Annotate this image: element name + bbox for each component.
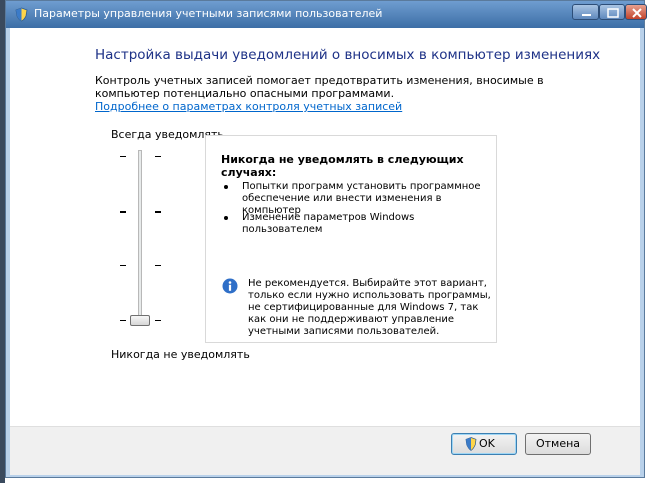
maximize-button[interactable]: [599, 4, 625, 20]
slider-tick: [120, 210, 126, 213]
minimize-icon: [582, 14, 591, 16]
slider-tick: [120, 156, 126, 157]
learn-more-link[interactable]: Подробнее о параметрах контроля учетных …: [95, 100, 402, 113]
window-title: Параметры управления учетными записями п…: [34, 7, 383, 20]
bullet-icon: [224, 185, 228, 189]
info-icon: [222, 278, 238, 294]
setting-info-panel: Никогда не уведомлять в следующих случая…: [205, 135, 497, 343]
description-text: Контроль учетных записей помогает предот…: [95, 74, 544, 100]
list-item: Изменение параметров Windows пользовател…: [224, 212, 492, 236]
close-button[interactable]: [625, 4, 647, 20]
page-heading: Настройка выдачи уведомлений о вносимых …: [95, 47, 601, 63]
bullet-text: Попытки программ установить программное …: [242, 181, 481, 216]
title-bar[interactable]: Параметры управления учетными записями п…: [6, 1, 647, 28]
slider-tick: [155, 265, 161, 267]
slider-tick: [155, 210, 161, 213]
slider-bottom-label: Никогда не уведомлять: [111, 348, 250, 361]
close-icon: [632, 8, 642, 18]
cancel-button[interactable]: Отмена: [525, 433, 591, 455]
slider-tick: [155, 156, 161, 157]
slider-tick: [120, 265, 126, 267]
slider-track[interactable]: [138, 150, 142, 326]
warning-text: Не рекомендуется. Выбирайте этот вариант…: [248, 278, 491, 337]
panel-title: Никогда не уведомлять в следующих случая…: [221, 153, 464, 179]
uac-settings-window: Параметры управления учетными записями п…: [5, 0, 647, 478]
uac-shield-icon: [465, 437, 477, 451]
minimize-button[interactable]: [572, 4, 599, 20]
ok-button[interactable]: OK: [451, 433, 517, 455]
notification-level-slider[interactable]: [118, 148, 163, 338]
slider-tick: [120, 320, 126, 321]
maximize-icon: [607, 8, 619, 18]
bullet-text: Изменение параметров Windows пользовател…: [242, 212, 415, 235]
client-area: Настройка выдачи уведомлений о вносимых …: [10, 28, 640, 475]
slider-tick: [155, 320, 161, 321]
bullet-icon: [224, 216, 228, 220]
uac-shield-icon: [15, 7, 28, 22]
ok-button-label: OK: [479, 437, 495, 450]
slider-thumb[interactable]: [130, 315, 150, 326]
